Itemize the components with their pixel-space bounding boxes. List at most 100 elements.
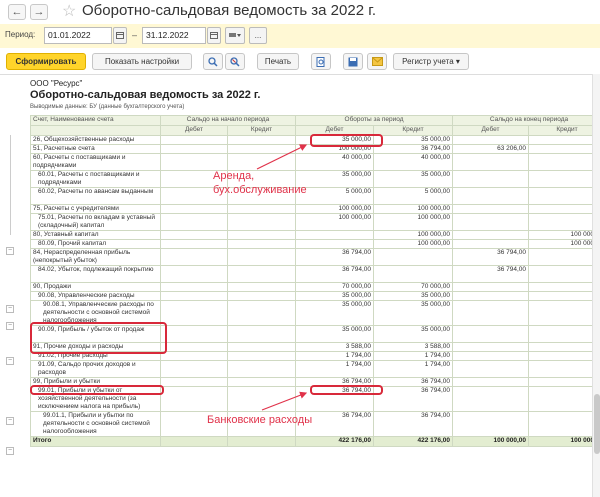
mail-icon[interactable] [367,53,387,70]
amount-cell: 3 588,00 [372,342,454,352]
amount-cell: 100 000,00 [372,239,454,249]
period-to-field[interactable]: 31.12.2022 [142,27,206,44]
table-row[interactable]: 60.01, Расчеты с поставщиками и подрядчи… [30,170,600,188]
account-name-cell: 75.01, Расчеты по вкладам в уставный (ск… [30,213,161,231]
forward-arrow-icon[interactable]: → [30,4,48,20]
account-name-cell: 80, Уставный капитал [30,230,161,240]
account-name-cell: 26, Общехозяйственные расходы [30,135,161,145]
show-settings-button[interactable]: Показать настройки [92,53,192,70]
amount-cell [452,325,530,343]
amount-cell [160,153,228,171]
vertical-scrollbar[interactable] [592,74,600,497]
amount-cell [452,204,530,214]
amount-cell: 35 000,00 [295,325,374,343]
amount-cell: 35 000,00 [372,325,454,343]
amount-cell: 35 000,00 [372,300,454,326]
table-row[interactable]: 75.01, Расчеты по вкладам в уставный (ск… [30,213,600,231]
amount-cell: 35 000,00 [295,300,374,326]
search-clear-icon[interactable] [225,53,245,70]
table-row[interactable]: 60, Расчеты с поставщиками и подрядчикам… [30,153,600,171]
amount-cell: 5 000,00 [295,187,374,205]
amount-cell [160,360,228,378]
group-toggle-icon[interactable]: − [6,247,14,255]
amount-cell [227,291,296,301]
group-toggle-icon[interactable]: − [6,357,14,365]
amount-cell [160,144,228,154]
amount-cell: 36 794,00 [452,248,530,266]
account-name-cell: 99.01.1, Прибыли и убытки по деятельност… [30,411,161,437]
group-toggle-icon[interactable]: − [6,322,14,330]
account-name-cell: 60.02, Расчеты по авансам выданным [30,187,161,205]
amount-cell [452,386,530,412]
period-from-field[interactable]: 01.01.2022 [44,27,112,44]
amount-cell [160,239,228,249]
table-row[interactable]: 90, Продажи 70 000,00 70 000,00 [30,282,600,292]
amount-cell: 63 206,00 [452,144,530,154]
amount-cell: 36 794,00 [295,265,374,283]
account-name-cell: 90.08, Управленческие расходы [30,291,161,301]
account-name-cell: 60.01, Расчеты с поставщиками и подрядчи… [30,170,161,188]
favorite-star-icon[interactable]: ☆ [62,1,76,21]
annotation-rent: Аренда, бух.обслуживание [213,170,307,196]
amount-cell: 36 794,00 [452,265,530,283]
table-row[interactable]: 84.02, Убыток, подлежащий покрытию 36 794… [30,265,600,283]
save-icon[interactable] [343,53,363,70]
amount-cell [160,342,228,352]
table-row[interactable]: 80, Уставный капитал 100 000,00 100 000,00 [30,230,600,240]
highlight-91-02 [30,385,164,395]
amount-cell [452,360,530,378]
amount-cell [528,187,600,205]
amount-cell [452,377,530,387]
amount-cell: 70 000,00 [372,282,454,292]
amount-cell: 100 000,00 [372,204,454,214]
group-toggle-icon[interactable]: − [6,305,14,313]
amount-cell: 100 000,00 [528,239,600,249]
table-row[interactable]: 60.02, Расчеты по авансам выданным 5 000,… [30,187,600,205]
print-button[interactable]: Печать [257,53,299,70]
amount-cell: 36 794,00 [295,248,374,266]
amount-cell: 36 794,00 [372,411,454,437]
scrollbar-thumb[interactable] [594,394,600,454]
amount-cell [528,325,600,343]
back-arrow-icon[interactable]: ← [8,4,26,20]
calendar-icon[interactable] [207,27,221,44]
amount-cell [160,386,228,412]
register-dropdown[interactable]: Регистр учета ▾ [393,53,469,70]
preview-icon[interactable] [311,53,331,70]
tree-line [10,135,11,235]
group-toggle-icon[interactable]: − [6,447,14,455]
generate-button[interactable]: Сформировать [6,53,86,70]
table-row[interactable]: 84, Нераспределенная прибыль (непокрытый… [30,248,600,266]
closing-credit-header: Кредит [528,125,600,136]
amount-cell [528,351,600,361]
amount-cell [227,325,296,343]
amount-cell: 100 000,00 [295,204,374,214]
amount-cell: 100 000,00 [295,213,374,231]
amount-cell [227,282,296,292]
table-row[interactable]: 99.01.1, Прибыли и убытки по деятельност… [30,411,600,437]
calendar-icon[interactable] [113,27,127,44]
chevron-down-icon: ▾ [455,57,460,66]
period-type-dropdown-icon[interactable] [225,27,245,44]
table-row[interactable]: 90.08, Управленческие расходы 35 000,00 35… [30,291,600,301]
amount-cell [372,265,454,283]
amount-cell [452,153,530,171]
amount-cell [452,282,530,292]
amount-cell [452,213,530,231]
amount-cell: 100 000,00 [372,213,454,231]
period-label: Период: [5,30,36,39]
amount-cell [452,300,530,326]
period-more-button[interactable]: ... [249,27,267,44]
table-row[interactable]: 80.09, Прочий капитал 100 000,00 100 000,0… [30,239,600,249]
closing-debit-header: Дебет [452,125,530,136]
table-row[interactable]: 75, Расчеты с учредителями 100 000,00 100 … [30,204,600,214]
amount-cell [452,239,530,249]
table-row[interactable]: 91.09, Сальдо прочих доходов и расходов 1… [30,360,600,378]
group-toggle-icon[interactable]: − [6,417,14,425]
amount-cell [227,213,296,231]
search-icon[interactable] [203,53,223,70]
amount-cell [227,300,296,326]
title-bar: ← → ☆ Оборотно-сальдовая ведомость за 20… [0,0,600,24]
amount-cell: 1 794,00 [295,360,374,378]
amount-cell [528,291,600,301]
